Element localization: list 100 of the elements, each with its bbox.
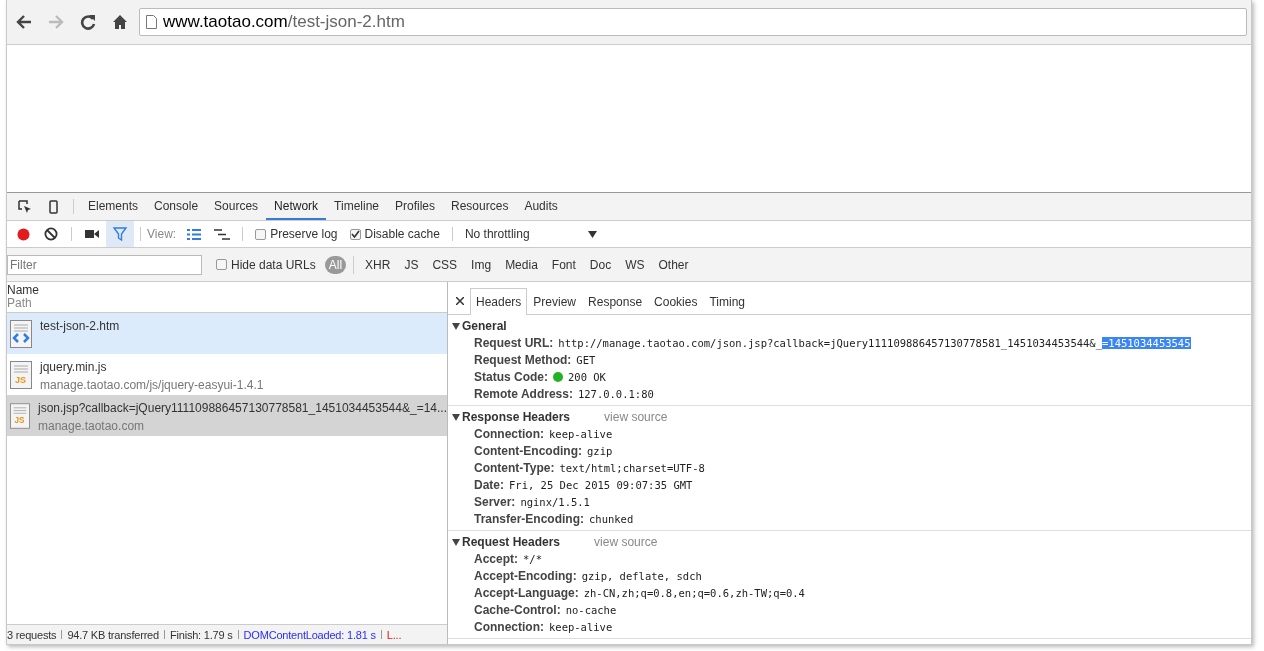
dropdown-arrow-icon xyxy=(587,230,597,238)
type-filter[interactable]: CSS xyxy=(428,255,462,274)
filter-button[interactable] xyxy=(106,221,134,247)
devtools-tab[interactable]: Profiles xyxy=(387,193,444,220)
header-value: 127.0.0.1:80 xyxy=(577,387,654,400)
hide-data-urls-checkbox[interactable]: Hide data URLs xyxy=(216,257,316,272)
record-icon[interactable] xyxy=(16,227,30,241)
disable-cache-checkbox[interactable]: Disable cache xyxy=(349,221,440,247)
back-icon[interactable] xyxy=(16,15,32,29)
header-name: Request URL: xyxy=(474,335,554,350)
expand-arrow-icon[interactable] xyxy=(452,412,460,421)
header-value: http://manage.taotao.com/json.jsp?callback=jQuery111109886457130778581_1451034453544&_ xyxy=(558,336,1102,349)
header-value: gzip xyxy=(587,444,613,457)
expand-arrow-icon[interactable] xyxy=(452,537,460,546)
header-name: Accept: xyxy=(474,551,518,566)
mobile-device-icon[interactable] xyxy=(48,199,58,214)
waterfall-view-icon[interactable] xyxy=(214,228,231,240)
status-text: Finish: 1.79 s xyxy=(169,628,233,641)
view-source-link[interactable]: view source xyxy=(594,534,658,549)
header-name: Connection: xyxy=(474,426,544,441)
header-name: Cache-Control: xyxy=(474,602,561,617)
type-filter[interactable]: Other xyxy=(654,255,693,274)
header-name: Date: xyxy=(474,477,504,492)
section-title: General xyxy=(462,318,507,333)
header-value: text/html;charset=UTF-8 xyxy=(559,461,705,474)
checkmark-icon xyxy=(350,230,360,238)
header-name: Transfer-Encoding: xyxy=(474,511,584,526)
details-tab[interactable]: Headers xyxy=(470,288,528,315)
camera-icon[interactable] xyxy=(85,229,99,239)
devtools-tab[interactable]: Network xyxy=(266,193,327,220)
details-tab[interactable]: Timing xyxy=(703,288,751,315)
devtools-tab[interactable]: Timeline xyxy=(326,193,387,220)
filter-icon xyxy=(113,227,127,241)
header-name: Remote Address: xyxy=(474,386,573,401)
header-value: keep-alive xyxy=(549,620,613,633)
header-value: GET xyxy=(576,353,596,366)
header-value: no-cache xyxy=(565,603,617,616)
selected-text: =1451034453545 xyxy=(1102,336,1191,349)
header-name: Accept-Language: xyxy=(474,585,579,600)
address-bar[interactable]: www.taotao.com/test-json-2.htm xyxy=(139,8,1247,36)
header-name: Server: xyxy=(474,494,516,509)
request-row[interactable]: test-json-2.htm xyxy=(7,313,447,354)
request-path: manage.taotao.com/js/jquery-easyui-1.4.1 xyxy=(40,378,264,392)
request-name: test-json-2.htm xyxy=(40,319,120,333)
section-title: Response Headers xyxy=(462,409,571,424)
filter-field[interactable]: Filter xyxy=(7,254,202,275)
devtools-tab[interactable]: Resources xyxy=(443,193,517,220)
throttling-dropdown[interactable]: No throttling xyxy=(460,221,601,247)
status-text: 94.7 KB transferred xyxy=(67,628,159,641)
js-file-icon: JS xyxy=(10,401,30,430)
expand-arrow-icon[interactable] xyxy=(452,321,460,330)
view-label: View: xyxy=(147,226,177,243)
header-value: zh-CN,zh;q=0.8,en;q=0.6,zh-TW;q=0.4 xyxy=(583,586,805,599)
header-value: Fri, 25 Dec 2015 09:07:35 GMT xyxy=(509,478,693,491)
header-name: Status Code: xyxy=(474,369,548,384)
column-header[interactable]: Path xyxy=(7,297,447,310)
header-value: gzip, deflate, sdch xyxy=(581,569,702,582)
home-icon[interactable] xyxy=(112,14,128,30)
header-value: */* xyxy=(523,552,542,565)
inspect-icon[interactable] xyxy=(18,199,32,214)
details-tab[interactable]: Preview xyxy=(527,288,583,315)
section-title: Request Headers xyxy=(462,534,561,549)
header-value: nginx/1.5.1 xyxy=(520,495,590,508)
list-view-icon[interactable] xyxy=(187,228,202,240)
status-text: L... xyxy=(386,628,402,641)
header-name: Request Method: xyxy=(474,352,572,367)
column-header[interactable]: Name xyxy=(7,284,447,297)
request-name: jquery.min.js xyxy=(40,360,108,374)
header-name: Connection: xyxy=(474,619,544,634)
type-filter[interactable]: Img xyxy=(467,255,496,274)
page-icon xyxy=(146,15,157,29)
status-text: 3 requests xyxy=(7,628,57,641)
preserve-log-checkbox[interactable]: Preserve log xyxy=(255,221,338,247)
html-file-icon xyxy=(10,319,32,348)
devtools-tab[interactable]: Audits xyxy=(516,193,566,220)
header-name: Content-Type: xyxy=(474,460,555,475)
details-tab[interactable]: Response xyxy=(582,288,649,315)
details-tab[interactable]: Cookies xyxy=(648,288,704,315)
js-file-icon: JS xyxy=(10,360,32,389)
view-source-link[interactable]: view source xyxy=(604,409,668,424)
url-text: www.taotao.com/test-json-2.htm xyxy=(163,12,405,32)
type-filter[interactable]: Font xyxy=(547,255,580,274)
type-filter[interactable]: Media xyxy=(501,255,542,274)
clear-icon[interactable] xyxy=(44,227,58,241)
devtools-tab[interactable]: Sources xyxy=(206,193,267,220)
devtools-tab[interactable]: Elements xyxy=(80,193,147,220)
type-filter[interactable]: WS xyxy=(621,255,649,274)
header-value: 200 OK xyxy=(568,370,606,383)
status-text: DOMContentLoaded: 1.81 s xyxy=(243,628,376,641)
header-value: keep-alive xyxy=(549,427,613,440)
reload-icon[interactable] xyxy=(80,14,96,30)
request-row[interactable]: JS json.jsp?callback=jQuery111109886457130778581_1451034453544&_=14... manage.taotao.com xyxy=(7,395,447,436)
header-value: chunked xyxy=(589,512,634,525)
request-path: manage.taotao.com xyxy=(38,419,146,433)
request-name: json.jsp?callback=jQuery111109886457130778581_1451034453544&_=14... xyxy=(38,401,447,415)
devtools-tab[interactable]: Console xyxy=(146,193,207,220)
type-filter[interactable]: JS xyxy=(400,255,423,274)
type-filter[interactable]: XHR xyxy=(361,255,395,274)
close-icon[interactable] xyxy=(456,297,464,305)
type-filter[interactable]: Doc xyxy=(585,255,616,274)
